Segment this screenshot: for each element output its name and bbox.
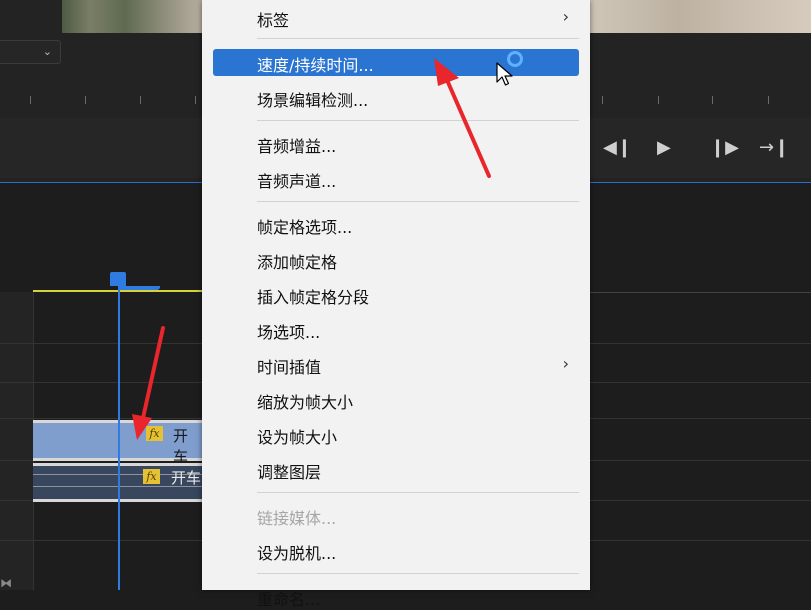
annotation-arrow-clip [132, 326, 165, 440]
annotation-arrow-menu [434, 58, 491, 178]
annotation-arrows [132, 58, 491, 440]
